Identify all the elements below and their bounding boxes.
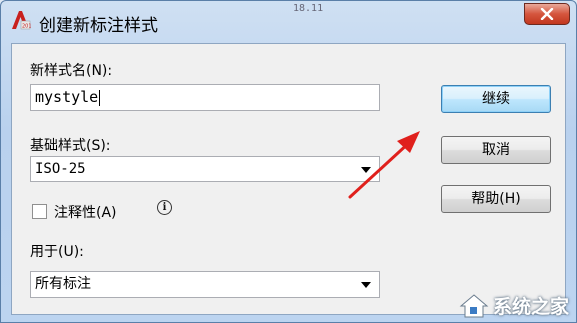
info-icon[interactable]: i xyxy=(157,200,172,215)
new-style-name-input[interactable]: mystyle xyxy=(30,84,380,111)
use-for-label: 用于(U): xyxy=(30,244,84,260)
new-style-name-value: mystyle xyxy=(35,88,99,106)
chevron-down-icon xyxy=(361,167,371,173)
svg-text:2010: 2010 xyxy=(22,24,31,30)
close-button[interactable] xyxy=(524,3,570,25)
close-icon xyxy=(540,8,554,20)
dialog-client-area: 新样式名(N): mystyle 基础样式(S): ISO-25 注释性(A) … xyxy=(11,43,566,315)
base-style-value: ISO-25 xyxy=(35,161,86,177)
watermark-text: 系统之家 xyxy=(492,296,569,318)
annotative-checkbox[interactable] xyxy=(32,204,47,219)
chevron-down-icon xyxy=(361,282,371,288)
base-style-select[interactable]: ISO-25 xyxy=(30,156,380,182)
house-logo-icon xyxy=(459,293,489,317)
use-for-select[interactable]: 所有标注 xyxy=(30,271,380,298)
dialog-title: 创建新标注样式 xyxy=(39,16,158,36)
continue-button[interactable]: 继续 xyxy=(441,85,551,113)
new-style-name-label: 新样式名(N): xyxy=(30,63,113,79)
text-caret xyxy=(99,89,101,106)
watermark: 系统之家 xyxy=(459,292,569,319)
background-dimension-text: 18.11 xyxy=(293,3,324,14)
help-button[interactable]: 帮助(H) xyxy=(441,185,551,213)
title-bar[interactable]: 2010 创建新标注样式 xyxy=(1,1,576,39)
dialog-window: 2010 创建新标注样式 18.11 新样式名(N): mystyle 基础样式… xyxy=(0,0,577,323)
use-for-value: 所有标注 xyxy=(35,276,91,292)
annotative-label[interactable]: 注释性(A) xyxy=(54,202,117,222)
cancel-button[interactable]: 取消 xyxy=(441,136,551,164)
autocad-icon: 2010 xyxy=(12,11,31,30)
base-style-label: 基础样式(S): xyxy=(30,138,111,154)
